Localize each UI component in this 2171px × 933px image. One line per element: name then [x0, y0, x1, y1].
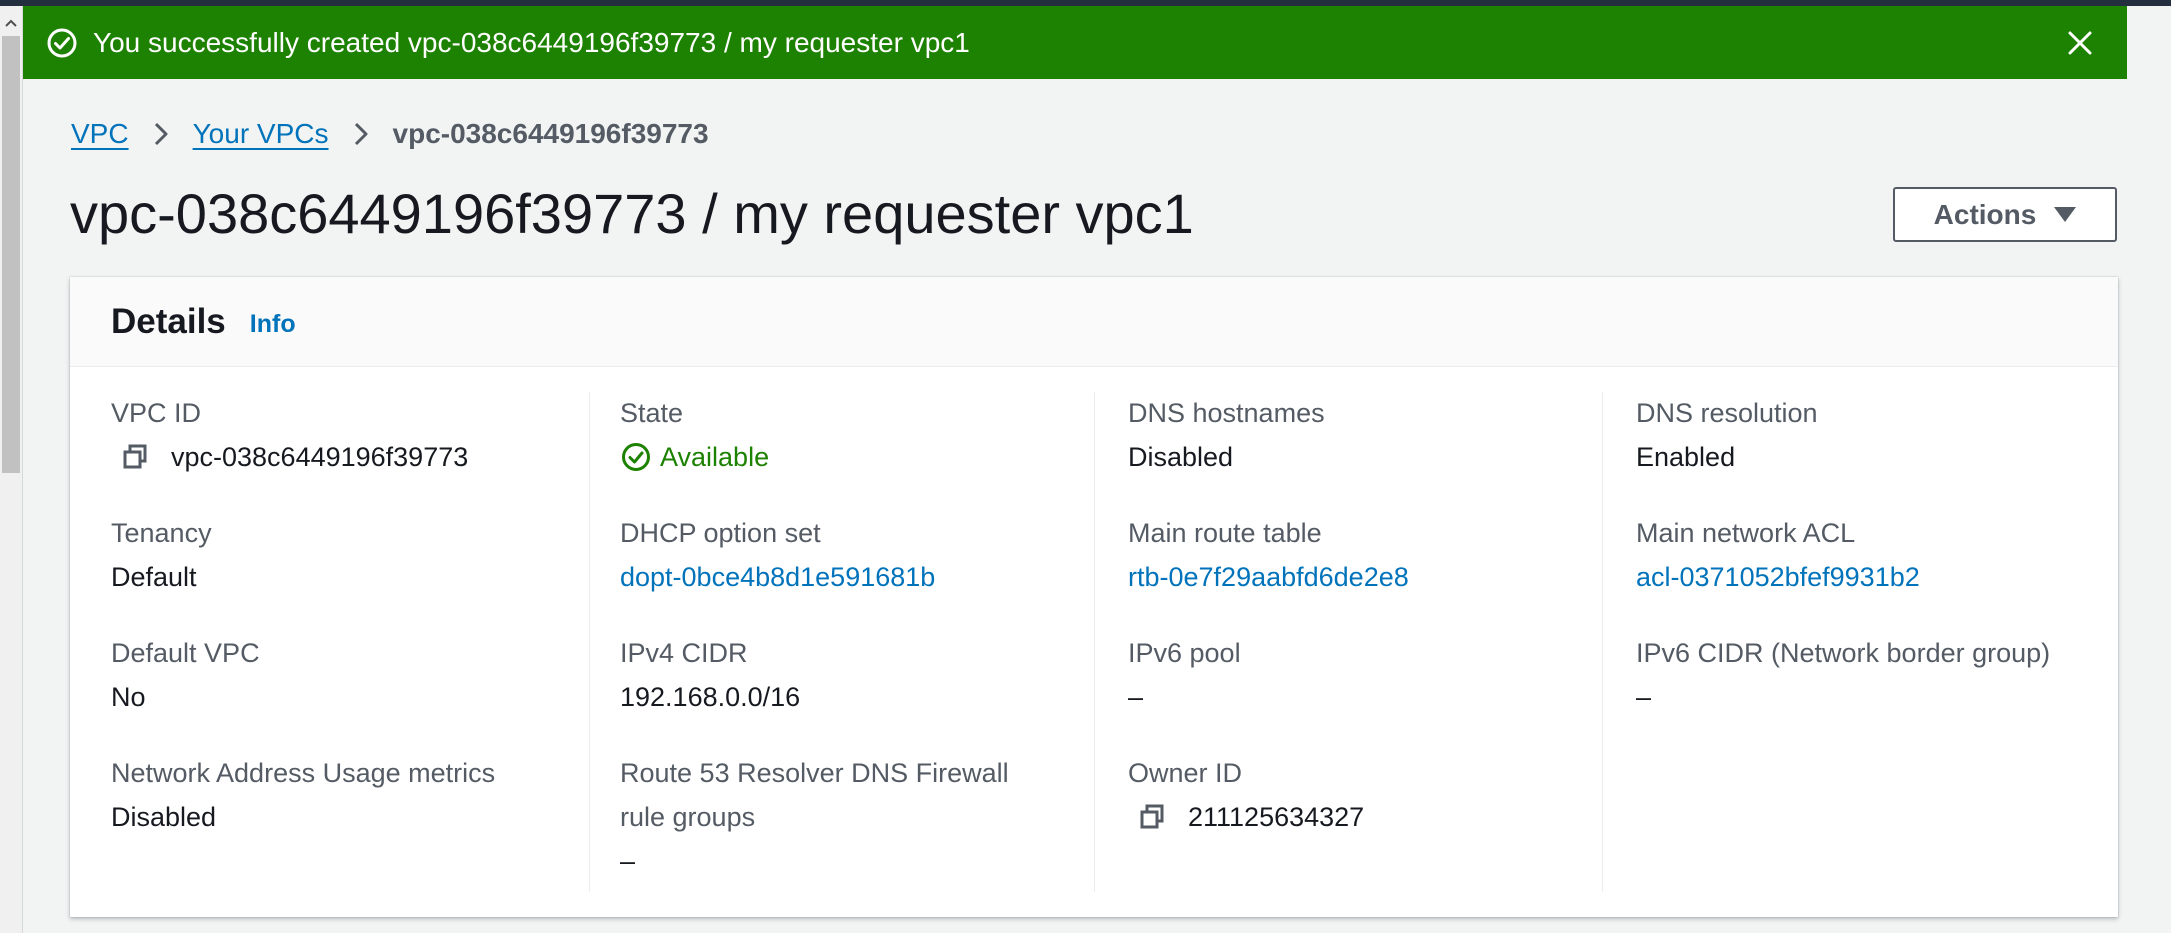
- state-value: Available: [660, 442, 770, 472]
- page-scrollbar[interactable]: [0, 6, 23, 933]
- scrollbar-thumb[interactable]: [2, 36, 20, 473]
- success-flash-bar: You successfully created vpc-038c6449196…: [23, 6, 2127, 79]
- field-ipv4-cidr: IPv4 CIDR 192.168.0.0/16: [620, 631, 1080, 719]
- field-label: Tenancy: [111, 518, 212, 548]
- field-value: –: [620, 846, 636, 876]
- field-vpc-id: VPC ID vpc-038c6449196f39773: [111, 391, 571, 479]
- success-check-icon: [45, 26, 79, 60]
- field-ipv6-cidr-network-border-group: IPv6 CIDR (Network border group) –: [1636, 631, 2096, 719]
- breadcrumb-link-your-vpcs[interactable]: Your VPCs: [193, 118, 329, 150]
- field-tenancy: Tenancy Default: [111, 511, 571, 599]
- close-icon[interactable]: [2063, 26, 2097, 60]
- field-value: Enabled: [1636, 442, 1736, 472]
- field-value: No: [111, 682, 146, 712]
- column-divider: [589, 392, 590, 892]
- owner-id-value: 211125634327: [1188, 802, 1365, 832]
- caret-down-icon: [2054, 207, 2077, 222]
- field-value: –: [1636, 682, 1652, 712]
- field-default-vpc: Default VPC No: [111, 631, 571, 719]
- field-label: DNS hostnames: [1128, 398, 1325, 428]
- column-divider: [1602, 392, 1603, 892]
- breadcrumb: VPC Your VPCs vpc-038c6449196f39773: [71, 114, 709, 154]
- field-label: IPv6 CIDR (Network border group): [1636, 638, 2051, 668]
- field-state: State Available: [620, 391, 1080, 479]
- field-dns-resolution: DNS resolution Enabled: [1636, 391, 2096, 479]
- field-label: Main network ACL: [1636, 518, 1856, 548]
- field-value: Available: [620, 435, 1080, 479]
- field-route53-resolver-dns-firewall-rule-groups: Route 53 Resolver DNS Firewall rule grou…: [620, 751, 1080, 883]
- field-label: DNS resolution: [1636, 398, 1818, 428]
- details-panel-header: Details Info: [70, 277, 2118, 367]
- field-value: –: [1128, 682, 1144, 712]
- details-panel: Details Info VPC ID vpc-038c6449196f3977…: [70, 277, 2118, 917]
- chevron-right-icon: [141, 114, 181, 154]
- vpc-id-value: vpc-038c6449196f39773: [171, 442, 469, 472]
- main-route-table-link[interactable]: rtb-0e7f29aabfd6de2e8: [1128, 555, 1588, 599]
- status-available-icon: [620, 441, 652, 473]
- field-label: Owner ID: [1128, 758, 1243, 788]
- details-heading: Details: [111, 301, 226, 341]
- field-value: Disabled: [1128, 442, 1234, 472]
- dhcp-option-set-link[interactable]: dopt-0bce4b8d1e591681b: [620, 555, 1080, 599]
- field-ipv6-pool: IPv6 pool –: [1128, 631, 1588, 719]
- field-label: DHCP option set: [620, 518, 821, 548]
- actions-dropdown-button[interactable]: Actions: [1893, 187, 2117, 242]
- page-title: vpc-038c6449196f39773 / my requester vpc…: [70, 182, 1194, 245]
- chevron-right-icon: [341, 114, 381, 154]
- field-label: Main route table: [1128, 518, 1322, 548]
- info-link[interactable]: Info: [250, 310, 296, 339]
- breadcrumb-current: vpc-038c6449196f39773: [392, 118, 709, 149]
- flash-message: You successfully created vpc-038c6449196…: [93, 26, 970, 58]
- field-network-address-usage-metrics: Network Address Usage metrics Disabled: [111, 751, 571, 839]
- field-label: State: [620, 398, 684, 428]
- field-value: vpc-038c6449196f39773: [111, 435, 571, 479]
- copy-icon[interactable]: [119, 441, 151, 473]
- breadcrumb-link-vpc[interactable]: VPC: [71, 118, 129, 150]
- field-dns-hostnames: DNS hostnames Disabled: [1128, 391, 1588, 479]
- actions-button-label: Actions: [1933, 198, 2037, 230]
- field-value: Disabled: [111, 802, 217, 832]
- field-label: IPv4 CIDR: [620, 638, 748, 668]
- field-value: Default: [111, 562, 197, 592]
- column-divider: [1094, 392, 1095, 892]
- field-label-line2: rule groups: [620, 802, 756, 832]
- field-label: VPC ID: [111, 398, 202, 428]
- main-network-acl-link[interactable]: acl-0371052bfef9931b2: [1636, 555, 2096, 599]
- field-label: Network Address Usage metrics: [111, 758, 496, 788]
- field-value: 192.168.0.0/16: [620, 682, 801, 712]
- field-value: 211125634327: [1128, 795, 1588, 839]
- field-owner-id: Owner ID 211125634327: [1128, 751, 1588, 839]
- field-main-network-acl: Main network ACL acl-0371052bfef9931b2: [1636, 511, 2096, 599]
- field-label: IPv6 pool: [1128, 638, 1241, 668]
- scroll-up-icon[interactable]: [0, 12, 22, 34]
- field-label: Default VPC: [111, 638, 260, 668]
- field-dhcp-option-set: DHCP option set dopt-0bce4b8d1e591681b: [620, 511, 1080, 599]
- copy-icon[interactable]: [1136, 801, 1168, 833]
- field-main-route-table: Main route table rtb-0e7f29aabfd6de2e8: [1128, 511, 1588, 599]
- field-label-line1: Route 53 Resolver DNS Firewall: [620, 758, 1009, 788]
